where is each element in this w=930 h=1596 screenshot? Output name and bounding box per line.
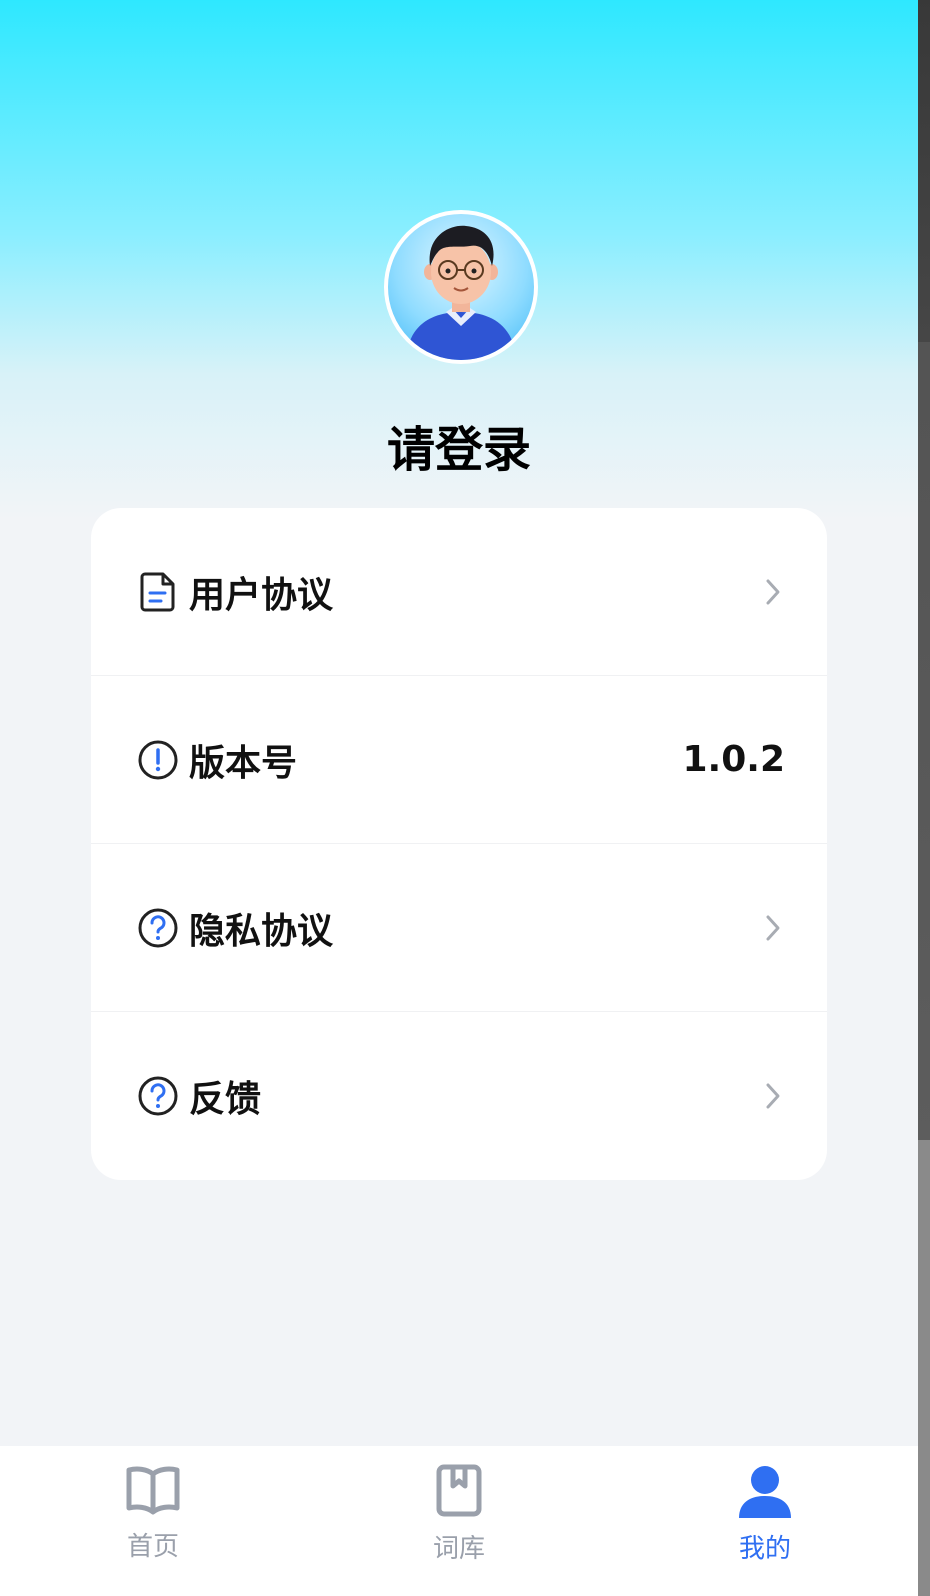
tab-home[interactable]: 首页	[0, 1446, 306, 1596]
menu-item-user-agreement[interactable]: 用户协议	[91, 508, 827, 676]
chevron-right-icon	[761, 1081, 785, 1111]
bookmark-book-icon	[435, 1464, 483, 1522]
login-prompt[interactable]: 请登录	[0, 410, 918, 480]
tab-mine[interactable]: 我的	[612, 1446, 918, 1596]
tab-wordbank[interactable]: 词库	[306, 1446, 612, 1596]
chevron-right-icon	[761, 913, 785, 943]
avatar-illustration	[406, 225, 516, 360]
menu-item-privacy[interactable]: 隐私协议	[91, 844, 827, 1012]
book-open-icon	[125, 1464, 181, 1520]
menu-item-label: 隐私协议	[189, 910, 334, 952]
menu-item-label: 反馈	[189, 1079, 262, 1120]
bottom-tab-bar: 首页 词库 我的	[0, 1446, 918, 1596]
info-icon	[137, 739, 179, 781]
background-window-edge	[918, 0, 930, 1140]
tab-label: 词库	[432, 1534, 485, 1564]
tab-label: 我的	[738, 1534, 791, 1564]
tab-label: 首页	[126, 1532, 179, 1562]
menu-item-label: 版本号	[189, 742, 298, 784]
menu-item-feedback[interactable]: 反馈	[91, 1012, 827, 1180]
person-icon	[737, 1464, 793, 1522]
document-icon	[137, 571, 179, 613]
question-icon	[137, 1075, 179, 1117]
settings-menu-card: 用户协议 版本号 1.0.2 隐私协议 反馈	[91, 508, 827, 1180]
chevron-right-icon	[761, 577, 785, 607]
question-icon	[137, 907, 179, 949]
version-value: 1.0.2	[682, 739, 786, 780]
menu-item-label: 用户协议	[189, 574, 334, 616]
avatar[interactable]	[384, 210, 538, 364]
menu-item-version: 版本号 1.0.2	[91, 676, 827, 844]
app-screen: 请登录 用户协议 版本号 1.0.2 隐私协议 反馈 首页 词库 我的	[0, 0, 918, 1596]
